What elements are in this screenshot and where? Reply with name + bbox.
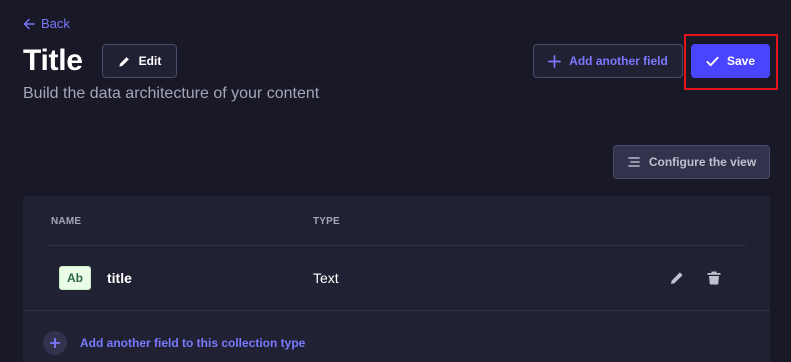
trash-icon[interactable] xyxy=(706,270,722,286)
configure-the-view-button[interactable]: Configure the view xyxy=(613,145,770,179)
add-another-field-button[interactable]: Add another field xyxy=(533,44,683,78)
arrow-left-icon xyxy=(23,18,35,29)
table-row: Ab title Text xyxy=(23,246,770,310)
fields-table: NAME TYPE Ab title Text Add another fiel… xyxy=(23,196,770,362)
add-another-field-label: Add another field xyxy=(569,54,668,68)
add-field-to-collection-button[interactable]: Add another field to this collection typ… xyxy=(43,331,305,355)
text-field-type-badge: Ab xyxy=(59,266,91,290)
plus-circle-icon xyxy=(43,331,67,355)
page-subtitle: Build the data architecture of your cont… xyxy=(23,85,320,102)
back-label: Back xyxy=(41,16,70,31)
back-link[interactable]: Back xyxy=(23,16,70,31)
field-name: title xyxy=(107,270,132,286)
plus-icon xyxy=(50,338,60,348)
add-field-to-collection-label: Add another field to this collection typ… xyxy=(80,336,306,350)
page-title: Title xyxy=(23,44,83,77)
list-icon xyxy=(627,157,640,167)
content-type-builder-page: Back Title Edit Build the data architect… xyxy=(0,0,791,362)
row-divider xyxy=(23,310,770,311)
pencil-icon xyxy=(119,56,129,67)
pencil-icon[interactable] xyxy=(669,270,685,286)
plus-icon xyxy=(548,54,562,68)
edit-button[interactable]: Edit xyxy=(102,44,177,78)
column-header-name: NAME xyxy=(51,216,82,227)
edit-button-label: Edit xyxy=(138,54,162,68)
column-header-type: TYPE xyxy=(313,216,340,227)
save-highlight-box xyxy=(684,34,778,90)
field-type: Text xyxy=(313,270,339,286)
configure-the-view-label: Configure the view xyxy=(648,155,757,169)
